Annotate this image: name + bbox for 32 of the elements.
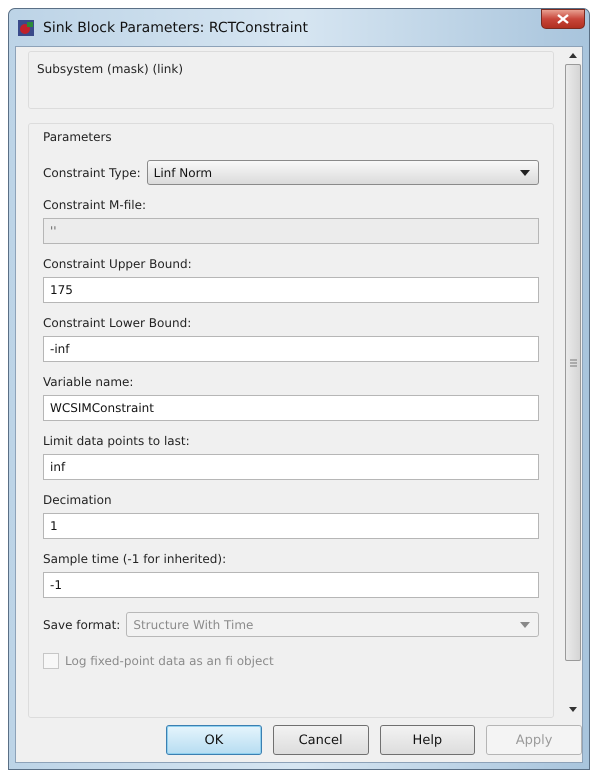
field-label: Sample time (-1 for inherited): — [43, 552, 228, 566]
grip-icon — [570, 358, 576, 366]
group-title: Subsystem (mask) (link) — [37, 62, 184, 76]
input-field[interactable]: 1 — [43, 513, 539, 539]
close-icon — [557, 14, 569, 24]
field-label: Variable name: — [43, 375, 134, 389]
field-label: Constraint Upper Bound: — [43, 257, 193, 271]
window-title: Sink Block Parameters: RCTConstraint — [43, 20, 308, 36]
field-label: Constraint Lower Bound: — [43, 316, 192, 330]
field-label: Constraint M-file: — [43, 198, 148, 212]
field-label: Save format: — [43, 618, 120, 632]
caret-icon — [520, 622, 530, 628]
scroll-thumb[interactable] — [565, 64, 581, 661]
field-label: Decimation — [43, 493, 113, 507]
dialog-button[interactable]: Help — [380, 725, 476, 755]
input-field[interactable]: inf — [43, 454, 539, 480]
dialog-button[interactable]: Cancel — [272, 725, 368, 755]
input-field[interactable]: -inf — [43, 336, 539, 362]
checkbox-label: Log fixed-point data as an fi object — [65, 654, 274, 668]
dropdown[interactable]: Linf Norm — [146, 160, 539, 185]
scroll-down-icon[interactable] — [569, 707, 577, 712]
scroll-up-icon[interactable] — [569, 53, 577, 58]
input-field[interactable]: 175 — [43, 277, 539, 303]
field-label: Constraint Type: — [43, 166, 141, 180]
input-field[interactable]: WCSIMConstraint — [43, 395, 539, 421]
caret-icon — [520, 170, 530, 176]
field-label: Limit data points to last: — [43, 434, 191, 448]
close-button[interactable] — [541, 9, 585, 29]
dialog-button[interactable]: OK — [166, 725, 262, 755]
input-field[interactable]: -1 — [43, 572, 539, 598]
block-icon — [17, 18, 35, 36]
group-title: Parameters — [43, 130, 112, 144]
